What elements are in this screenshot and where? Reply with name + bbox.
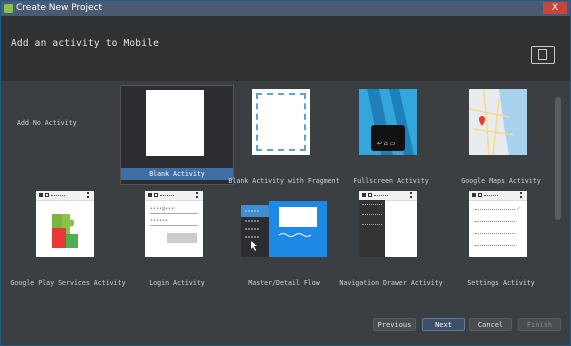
fragment-placeholder-outline — [256, 93, 306, 151]
login-thumbnail: ••••@••• •••••• — [145, 191, 203, 257]
wizard-footer: Previous Next Cancel Finish — [1, 307, 570, 345]
status-bar — [469, 191, 527, 201]
activity-tile-blank-activity[interactable]: Blank Activity — [120, 85, 234, 185]
activity-gallery: Add No Activity Blank Activity Blank Act… — [1, 81, 570, 307]
title-bar: Create New Project X — [1, 1, 570, 16]
wizard-header: Add an activity to Mobile — [1, 16, 570, 81]
fullscreen-art-icon: ↩ ⌂ ▭ — [359, 89, 417, 155]
activity-tile-add-no-activity[interactable]: Add No Activity — [7, 85, 121, 185]
activity-label: Settings Activity — [467, 279, 535, 287]
password-field: •••••• — [150, 217, 198, 226]
close-button[interactable]: X — [543, 2, 567, 14]
google-maps-thumbnail — [469, 89, 527, 155]
cancel-button[interactable]: Cancel — [469, 318, 512, 331]
sign-in-button — [167, 233, 197, 243]
activity-tile-master-detail-flow[interactable]: Master/Detail Flow — [227, 187, 341, 287]
activity-tile-navigation-drawer-activity[interactable]: Navigation Drawer Activity — [334, 187, 448, 287]
fullscreen-thumbnail: ↩ ⌂ ▭ — [359, 89, 417, 155]
setting-row — [475, 221, 515, 222]
status-bar — [145, 191, 203, 201]
google-play-services-icon — [52, 214, 78, 248]
activity-label: Add No Activity — [17, 119, 77, 127]
activity-tile-google-play-services-activity[interactable]: Google Play Services Activity — [10, 187, 126, 287]
activity-tile-login-activity[interactable]: ••••@••• •••••• Login Activity — [120, 187, 234, 287]
master-detail-art-icon — [241, 201, 327, 257]
settings-thumbnail: ✓ — [469, 191, 527, 257]
svg-text:↩ ⌂ ▭: ↩ ⌂ ▭ — [377, 140, 395, 147]
next-button[interactable]: Next — [422, 318, 465, 331]
map-icon — [469, 89, 527, 155]
checkmark-icon: ✓ — [517, 205, 521, 212]
navigation-drawer-thumbnail — [359, 191, 417, 257]
tablet-device-icon — [531, 46, 555, 64]
activity-tile-fullscreen-activity[interactable]: ↩ ⌂ ▭ Fullscreen Activity — [334, 85, 448, 185]
activity-tile-settings-activity[interactable]: ✓ Settings Activity — [444, 187, 558, 287]
email-field: ••••@••• — [150, 205, 198, 214]
window-title: Create New Project — [16, 3, 103, 13]
play-services-thumbnail — [36, 191, 94, 257]
setting-row — [475, 233, 515, 234]
master-detail-thumbnail — [239, 191, 329, 257]
finish-button[interactable]: Finish — [518, 318, 561, 331]
setting-row — [475, 209, 515, 210]
page-title: Add an activity to Mobile — [11, 38, 159, 49]
android-studio-icon — [4, 4, 13, 13]
activity-tile-blank-activity-with-fragment[interactable]: Blank Activity with Fragment — [227, 85, 341, 185]
setting-row — [475, 245, 515, 246]
gallery-scrollbar[interactable] — [555, 97, 561, 220]
blank-activity-thumbnail — [146, 90, 204, 156]
previous-button[interactable]: Previous — [373, 318, 416, 331]
drawer-panel — [359, 200, 385, 257]
blank-fragment-thumbnail — [252, 89, 310, 155]
activity-tile-google-maps-activity[interactable]: Google Maps Activity — [444, 85, 558, 185]
activity-label: Google Maps Activity — [461, 177, 541, 185]
create-new-project-window: Create New Project X Add an activity to … — [0, 0, 571, 346]
